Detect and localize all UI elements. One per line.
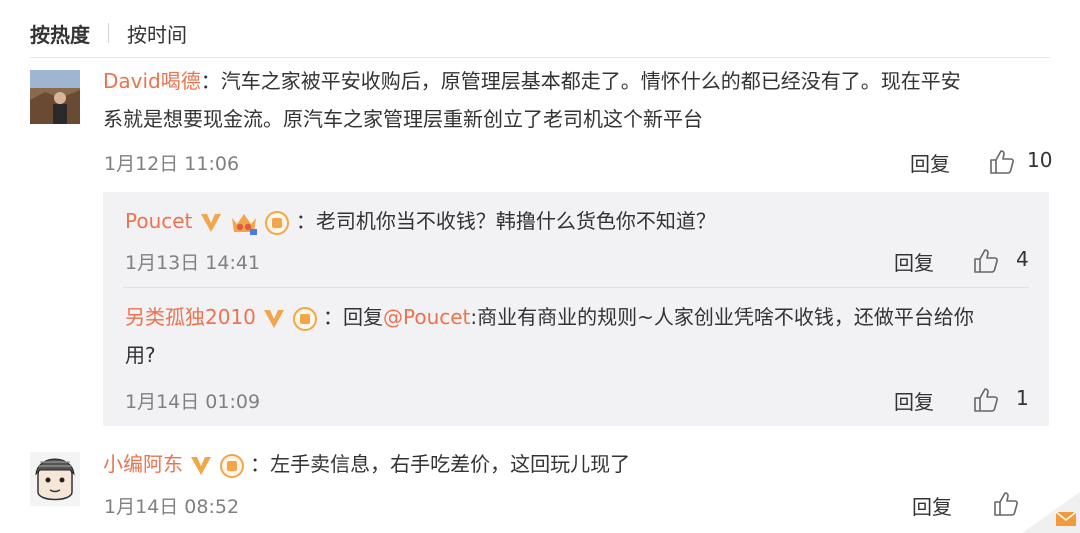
reply-button[interactable]: 回复 (894, 386, 934, 415)
reply-1-body: Poucet ：老司机你当不收钱？韩撸什么货色你不知道？ (125, 202, 1035, 240)
vip-badge-icon (264, 309, 285, 328)
reply-text-prefix: ：回复 (322, 305, 383, 329)
reply-button[interactable]: 回复 (894, 247, 934, 276)
vip-badge-icon (191, 456, 212, 475)
reply-text: ：老司机你当不收钱？韩撸什么货色你不知道？ (295, 209, 716, 233)
sort-by-time[interactable]: 按时间 (127, 19, 187, 48)
avatar[interactable] (30, 70, 80, 124)
comment-2-body: 小编阿东 ：左手卖信息，右手吃差价，这回玩儿现了 (103, 445, 1053, 483)
reply-thread: Poucet ：老司机你当不收钱？韩撸什么货色你不知道？ 1月13日 14:41… (103, 192, 1049, 426)
reply-2-body: 另类孤独2010 ：回复@Poucet:商业有商业的规则~人家创业凭啥不收钱，还… (125, 298, 1035, 374)
like-icon[interactable] (973, 387, 999, 413)
reply-username[interactable]: 另类孤独2010 (125, 305, 256, 329)
reply-button[interactable]: 回复 (910, 148, 950, 177)
like-icon[interactable] (973, 248, 999, 274)
reply-text: :商业有商业的规则~人家创业凭啥不收钱，还做平台给你 (470, 305, 974, 329)
reply-text-line2: 用? (125, 343, 156, 367)
comment-text-line2: 系就是想要现金流。原汽车之家管理层重新创立了老司机这个新平台 (103, 107, 703, 131)
vip-badge-icon (200, 213, 221, 232)
comment-username[interactable]: 小编阿东 (103, 452, 183, 476)
crown-icon (232, 213, 258, 235)
reply-time: 1月14日 01:09 (125, 391, 261, 413)
member-badge-icon (265, 210, 290, 235)
member-badge-icon (292, 306, 317, 331)
reply-divider (123, 287, 1029, 288)
like-count: 10 (1027, 148, 1053, 172)
sort-separator (108, 23, 109, 43)
reply-button[interactable]: 回复 (912, 491, 952, 520)
comment-time: 1月12日 11:06 (104, 153, 240, 175)
corner-decoration (1022, 492, 1080, 533)
member-badge-icon (219, 453, 244, 478)
like-count: 4 (1016, 247, 1029, 271)
comment-username[interactable]: David喝德 (103, 69, 201, 93)
like-count: 1 (1016, 386, 1029, 410)
sort-by-hot[interactable]: 按热度 (30, 19, 90, 48)
reply-time: 1月13日 14:41 (125, 252, 261, 274)
reply-username[interactable]: Poucet (125, 209, 192, 233)
avatar[interactable] (30, 452, 80, 506)
sort-bar: 按热度 按时间 (30, 18, 187, 48)
comment-1-body: David喝德：汽车之家被平安收购后，原管理层基本都走了。情怀什么的都已经没有了… (103, 62, 1053, 138)
header-divider (30, 57, 1050, 58)
mention-link[interactable]: @Poucet (383, 305, 470, 329)
comment-text: ：左手卖信息，右手吃差价，这回玩儿现了 (250, 452, 631, 476)
like-icon[interactable] (993, 491, 1019, 517)
comment-time: 1月14日 08:52 (104, 496, 240, 518)
comment-text: ：汽车之家被平安收购后，原管理层基本都走了。情怀什么的都已经没有了。现在平安 (200, 69, 961, 93)
like-icon[interactable] (989, 149, 1015, 175)
